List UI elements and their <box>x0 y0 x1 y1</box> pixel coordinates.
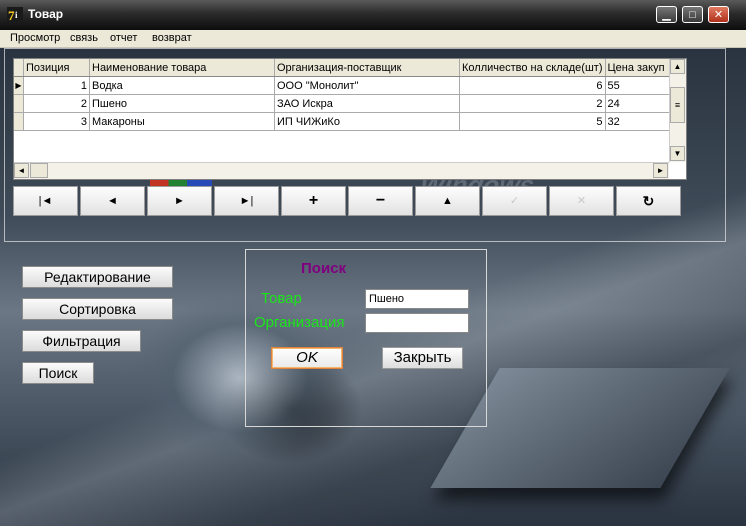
menu-return[interactable]: возврат <box>152 32 192 44</box>
scroll-up-icon[interactable]: ▲ <box>670 59 685 74</box>
first-record-button[interactable]: |◄ <box>13 186 78 216</box>
table-row[interactable]: 3 Макароны ИП ЧИЖиКо 5 32 <box>14 112 671 131</box>
prior-record-button[interactable]: ◄ <box>80 186 145 216</box>
cell-position[interactable]: 2 <box>23 94 90 113</box>
client-area: Windows Позиция Наименование товара Орга… <box>0 48 746 526</box>
delphi-app-icon: 7 i <box>7 7 23 23</box>
row-indicator <box>14 112 24 131</box>
horizontal-scrollbar[interactable]: ◄ ► <box>14 162 669 179</box>
column-header-name[interactable]: Наименование товара <box>89 59 275 77</box>
search-button[interactable]: Поиск <box>22 362 94 384</box>
close-window-button[interactable]: ✕ <box>708 6 729 23</box>
cell-quantity[interactable]: 6 <box>459 76 606 95</box>
menu-report[interactable]: отчет <box>110 32 137 44</box>
cell-supplier[interactable]: ЗАО Искра <box>274 94 460 113</box>
main-window: 7 i Товар ▁ □ ✕ Просмотр связь отчет воз… <box>0 0 746 526</box>
maximize-button[interactable]: □ <box>682 6 703 23</box>
column-header-position[interactable]: Позиция <box>23 59 90 77</box>
column-header-supplier[interactable]: Организация-поставщик <box>274 59 460 77</box>
delete-record-button[interactable]: − <box>348 186 413 216</box>
cell-price[interactable]: 24 <box>605 94 671 113</box>
insert-record-button[interactable]: + <box>281 186 346 216</box>
title-bar[interactable]: 7 i Товар ▁ □ ✕ <box>0 0 746 30</box>
data-grid[interactable]: Позиция Наименование товара Организация-… <box>13 58 687 180</box>
search-dialog: Поиск Товар Организация OK Закрыть <box>245 249 487 427</box>
cell-quantity[interactable]: 2 <box>459 94 606 113</box>
cell-position[interactable]: 1 <box>23 76 90 95</box>
post-record-button[interactable]: ✓ <box>482 186 547 216</box>
window-title: Товар <box>28 7 64 21</box>
grid-header-row: Позиция Наименование товара Организация-… <box>14 59 671 77</box>
refresh-record-button[interactable]: ↻ <box>616 186 681 216</box>
menu-bar: Просмотр связь отчет возврат <box>0 30 746 48</box>
column-header-price[interactable]: Цена закуп <box>605 59 671 77</box>
close-dialog-button[interactable]: Закрыть <box>382 347 463 369</box>
table-row[interactable]: ▶ 1 Водка ООО "Монолит" 6 55 <box>14 76 671 95</box>
scroll-right-icon[interactable]: ► <box>653 163 668 178</box>
cancel-record-button[interactable]: ✕ <box>549 186 614 216</box>
cell-name[interactable]: Водка <box>89 76 275 95</box>
hscroll-thumb[interactable] <box>30 163 48 178</box>
scroll-thumb[interactable]: ≡ <box>670 87 685 123</box>
grid-indicator-header <box>14 59 24 77</box>
edit-button[interactable]: Редактирование <box>22 266 173 288</box>
scroll-left-icon[interactable]: ◄ <box>14 163 29 178</box>
organization-search-input[interactable] <box>365 313 469 333</box>
edit-record-button[interactable]: ▲ <box>415 186 480 216</box>
cell-name[interactable]: Пшено <box>89 94 275 113</box>
current-row-indicator: ▶ <box>14 76 24 95</box>
minimize-button[interactable]: ▁ <box>656 6 677 23</box>
organization-label: Организация <box>254 314 345 331</box>
search-dialog-title: Поиск <box>301 260 347 277</box>
svg-text:7: 7 <box>8 8 15 23</box>
cell-price[interactable]: 32 <box>605 112 671 131</box>
product-label: Товар <box>261 290 302 307</box>
product-search-input[interactable] <box>365 289 469 309</box>
cell-price[interactable]: 55 <box>605 76 671 95</box>
cell-name[interactable]: Макароны <box>89 112 275 131</box>
sort-button[interactable]: Сортировка <box>22 298 173 320</box>
cell-position[interactable]: 3 <box>23 112 90 131</box>
last-record-button[interactable]: ►| <box>214 186 279 216</box>
cell-supplier[interactable]: ООО "Монолит" <box>274 76 460 95</box>
filter-button[interactable]: Фильтрация <box>22 330 141 352</box>
scroll-down-icon[interactable]: ▼ <box>670 146 685 161</box>
vertical-scrollbar[interactable]: ▲ ≡ ▼ <box>669 59 686 162</box>
row-indicator <box>14 94 24 113</box>
next-record-button[interactable]: ► <box>147 186 212 216</box>
menu-link[interactable]: связь <box>70 32 98 44</box>
column-header-quantity[interactable]: Колличество на складе(шт) <box>459 59 606 77</box>
cell-quantity[interactable]: 5 <box>459 112 606 131</box>
ok-button[interactable]: OK <box>271 347 343 369</box>
cell-supplier[interactable]: ИП ЧИЖиКо <box>274 112 460 131</box>
table-row[interactable]: 2 Пшено ЗАО Искра 2 24 <box>14 94 671 113</box>
menu-view[interactable]: Просмотр <box>10 32 60 44</box>
